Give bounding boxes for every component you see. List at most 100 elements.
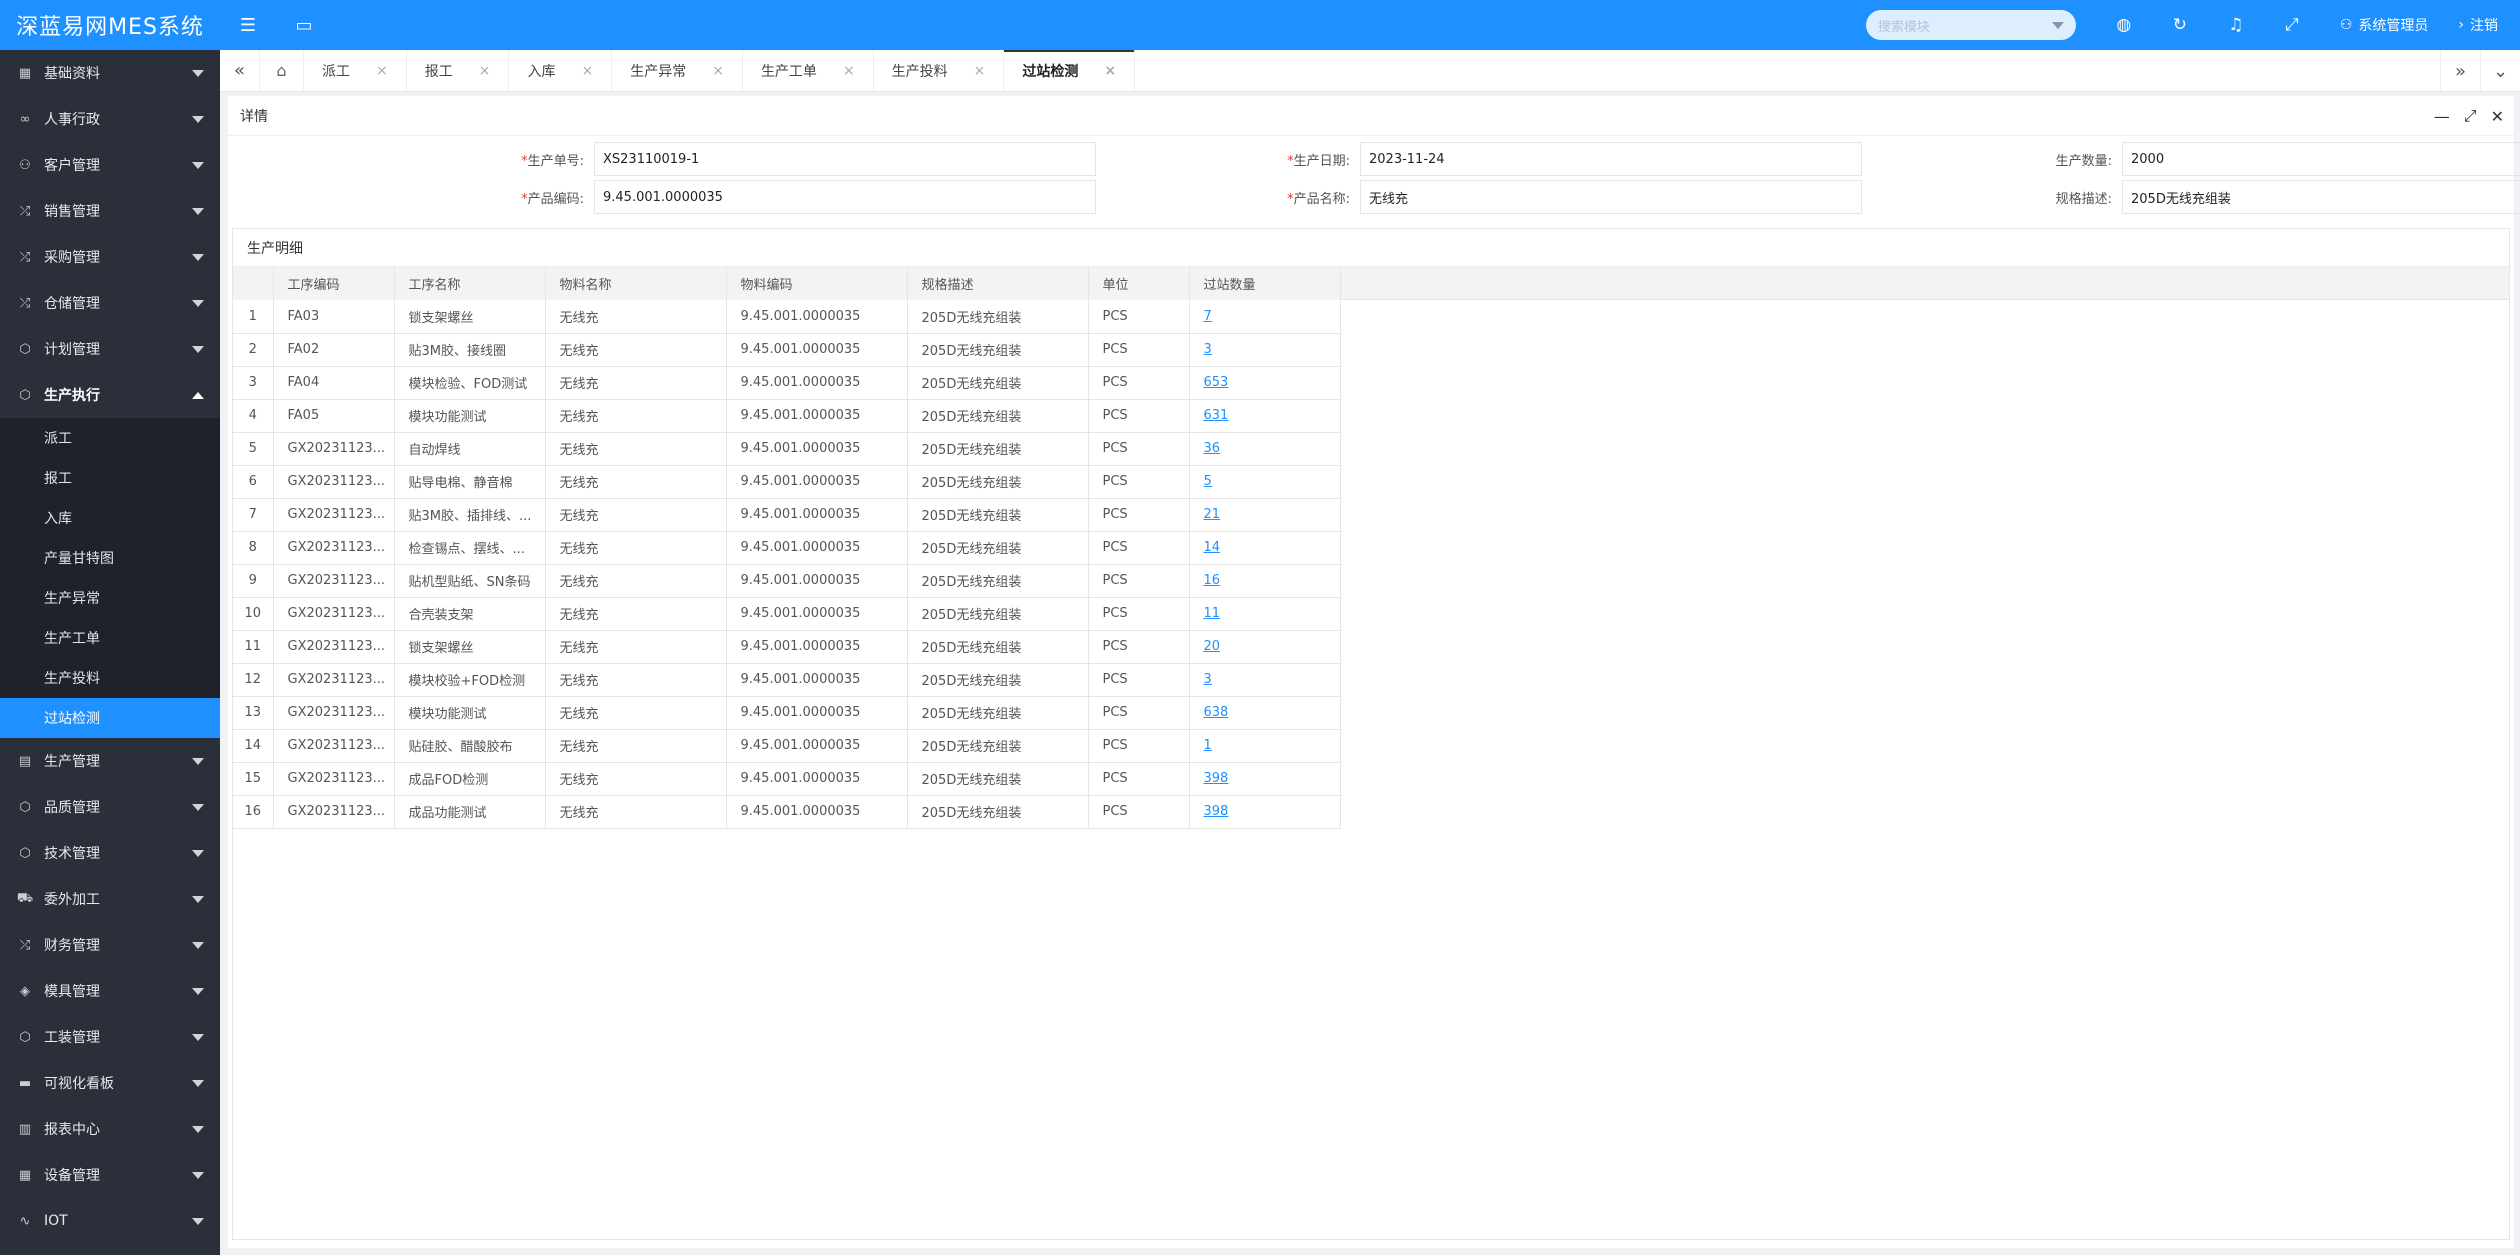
col-header-process-name[interactable]: 工序名称 (394, 267, 546, 300)
col-header-station-qty[interactable]: 过站数量 (1189, 267, 1341, 300)
table-row[interactable]: 10 GX20231123... 合壳装支架 无线充 9.45.001.0000035 2… (233, 597, 1341, 631)
sidebar-item-fixture[interactable]: ⬡ 工装管理 (0, 1014, 220, 1060)
tab-work-order[interactable]: 生产工单 × (743, 49, 874, 92)
table-row[interactable]: 13 GX20231123... 模块功能测试 无线充 9.45.001.0000035… (233, 696, 1341, 730)
sidebar-subitem-dispatch[interactable]: 派工 (0, 418, 220, 458)
col-header-process-code[interactable]: 工序编码 (273, 267, 395, 300)
tab-material-feed[interactable]: 生产投料 × (874, 49, 1005, 92)
table-row[interactable]: 6 GX20231123... 贴导电棉、静音棉 无线充 9.45.001.000003… (233, 465, 1341, 499)
station-qty-link[interactable]: 638 (1204, 705, 1229, 720)
sidebar-item-quality[interactable]: ⬡ 品质管理 (0, 784, 220, 830)
sidebar-subitem-gantt[interactable]: 产量甘特图 (0, 538, 220, 578)
close-icon[interactable]: × (974, 63, 986, 79)
minimize-icon[interactable]: — (2434, 107, 2450, 126)
bell-icon[interactable]: ♫ (2208, 15, 2264, 35)
station-qty-link[interactable]: 7 (1204, 309, 1212, 324)
tabs-scroll-right-icon[interactable]: » (2440, 50, 2480, 92)
product-name-field[interactable]: 无线充 (1360, 180, 1862, 214)
close-icon[interactable]: ✕ (2491, 107, 2504, 126)
prod-qty-field[interactable]: 2000 (2122, 142, 2520, 176)
home-icon[interactable]: ⌂ (260, 49, 304, 92)
sidebar-item-production-exec[interactable]: ⬡ 生产执行 (0, 372, 220, 418)
station-qty-link[interactable]: 398 (1204, 771, 1229, 786)
station-qty-link[interactable]: 653 (1204, 375, 1229, 390)
maximize-icon[interactable]: ⤢ (2464, 106, 2477, 126)
sidebar-item-hr[interactable]: ∞ 人事行政 (0, 96, 220, 142)
close-icon[interactable]: × (479, 63, 491, 79)
sidebar-item-sales[interactable]: ⤮ 销售管理 (0, 188, 220, 234)
table-row[interactable]: 15 GX20231123... 成品FOD检测 无线充 9.45.001.000003… (233, 762, 1341, 796)
sidebar-item-warehouse[interactable]: ⤮ 仓储管理 (0, 280, 220, 326)
sidebar-subitem-material-feed[interactable]: 生产投料 (0, 658, 220, 698)
table-row[interactable]: 12 GX20231123... 模块校验+FOD检测 无线充 9.45.001.000… (233, 663, 1341, 697)
station-qty-link[interactable]: 14 (1204, 540, 1221, 555)
tab-dispatch[interactable]: 派工 × (304, 49, 407, 92)
close-icon[interactable]: × (712, 63, 724, 79)
tabs-scroll-left-icon[interactable]: « (220, 49, 260, 92)
sidebar-subitem-exception[interactable]: 生产异常 (0, 578, 220, 618)
sidebar-item-reports[interactable]: ▥ 报表中心 (0, 1106, 220, 1152)
sidebar-item-iot[interactable]: ∿ IOT (0, 1198, 220, 1244)
station-qty-link[interactable]: 36 (1204, 441, 1221, 456)
user-menu[interactable]: ⚇ 系统管理员 (2320, 15, 2449, 35)
sidebar-item-equipment[interactable]: ▦ 设备管理 (0, 1152, 220, 1198)
station-qty-link[interactable]: 3 (1204, 342, 1212, 357)
sidebar-item-outsource[interactable]: ⛟ 委外加工 (0, 876, 220, 922)
table-row[interactable]: 14 GX20231123... 贴硅胶、醋酸胶布 无线充 9.45.001.00000… (233, 729, 1341, 763)
prod-no-field[interactable]: XS23110019-1 (594, 142, 1096, 176)
sidebar-item-tech[interactable]: ⬡ 技术管理 (0, 830, 220, 876)
close-icon[interactable]: × (581, 63, 593, 79)
logout-button[interactable]: › 注销 (2448, 15, 2520, 35)
module-search-select[interactable]: 搜索模块 (1865, 10, 2076, 40)
close-icon[interactable]: × (843, 63, 855, 79)
tabs-menu-chevron-down-icon[interactable]: ⌄ (2480, 50, 2520, 92)
station-qty-link[interactable]: 631 (1204, 408, 1229, 423)
sidebar-subitem-report[interactable]: 报工 (0, 458, 220, 498)
sidebar-item-mold[interactable]: ◈ 模具管理 (0, 968, 220, 1014)
table-row[interactable]: 8 GX20231123... 检查锡点、摆线、... 无线充 9.45.001.000… (233, 531, 1341, 565)
globe-icon[interactable]: ◍ (2096, 15, 2152, 35)
calendar-icon[interactable]: ▭ (276, 0, 332, 50)
sidebar-subitem-stock-in[interactable]: 入库 (0, 498, 220, 538)
station-qty-link[interactable]: 5 (1204, 474, 1212, 489)
sidebar-subitem-work-order[interactable]: 生产工单 (0, 618, 220, 658)
fullscreen-icon[interactable]: ⤢ (2264, 15, 2320, 35)
table-row[interactable]: 9 GX20231123... 贴机型贴纸、SN条码 无线充 9.45.001.0000… (233, 564, 1341, 598)
table-row[interactable]: 7 GX20231123... 贴3M胶、插排线、... 无线充 9.45.001.00… (233, 498, 1341, 532)
tab-exception[interactable]: 生产异常 × (612, 49, 743, 92)
col-header-spec[interactable]: 规格描述 (907, 267, 1089, 300)
col-header-unit[interactable]: 单位 (1088, 267, 1190, 300)
sidebar-item-basic-data[interactable]: ▦ 基础资料 (0, 50, 220, 96)
spec-field[interactable]: 205D无线充组装 (2122, 180, 2520, 214)
table-row[interactable]: 5 GX20231123... 自动焊线 无线充 9.45.001.0000035 205… (233, 432, 1341, 466)
col-header-material-code[interactable]: 物料编码 (726, 267, 908, 300)
close-icon[interactable]: × (376, 63, 388, 79)
menu-toggle-icon[interactable]: ☰ (220, 0, 276, 50)
prod-date-field[interactable]: 2023-11-24 (1360, 142, 1862, 176)
station-qty-link[interactable]: 21 (1204, 507, 1221, 522)
station-qty-link[interactable]: 3 (1204, 672, 1212, 687)
col-header-material-name[interactable]: 物料名称 (545, 267, 727, 300)
table-row[interactable]: 3 FA04 模块检验、FOD测试 无线充 9.45.001.0000035 205D无线… (233, 366, 1341, 400)
sidebar-item-dashboard[interactable]: ▬ 可视化看板 (0, 1060, 220, 1106)
station-qty-link[interactable]: 16 (1204, 573, 1221, 588)
table-row[interactable]: 11 GX20231123... 锁支架螺丝 无线充 9.45.001.0000035 2… (233, 630, 1341, 664)
station-qty-link[interactable]: 398 (1204, 804, 1229, 819)
table-row[interactable]: 1 FA03 锁支架螺丝 无线充 9.45.001.0000035 205D无线充组装 PC… (233, 300, 1341, 334)
station-qty-link[interactable]: 20 (1204, 639, 1221, 654)
sidebar-item-finance[interactable]: ⤮ 财务管理 (0, 922, 220, 968)
sidebar-subitem-station-check[interactable]: 过站检测 (0, 698, 220, 738)
tab-station-check[interactable]: 过站检测 × (1004, 49, 1136, 92)
tab-stock-in[interactable]: 入库 × (509, 49, 613, 92)
refresh-icon[interactable]: ↻ (2152, 15, 2208, 35)
table-row[interactable]: 2 FA02 贴3M胶、接线圈 无线充 9.45.001.0000035 205D无线充组… (233, 333, 1341, 367)
sidebar-item-customer[interactable]: ⚇ 客户管理 (0, 142, 220, 188)
tab-report[interactable]: 报工 × (407, 49, 510, 92)
station-qty-link[interactable]: 1 (1204, 738, 1212, 753)
sidebar-item-production-mgmt[interactable]: ▤ 生产管理 (0, 738, 220, 784)
product-code-field[interactable]: 9.45.001.0000035 (594, 180, 1096, 214)
table-row[interactable]: 4 FA05 模块功能测试 无线充 9.45.001.0000035 205D无线充组装 P… (233, 399, 1341, 433)
close-icon[interactable]: × (1104, 63, 1116, 79)
table-row[interactable]: 16 GX20231123... 成品功能测试 无线充 9.45.001.0000035… (233, 795, 1341, 829)
sidebar-item-purchase[interactable]: ⤮ 采购管理 (0, 234, 220, 280)
